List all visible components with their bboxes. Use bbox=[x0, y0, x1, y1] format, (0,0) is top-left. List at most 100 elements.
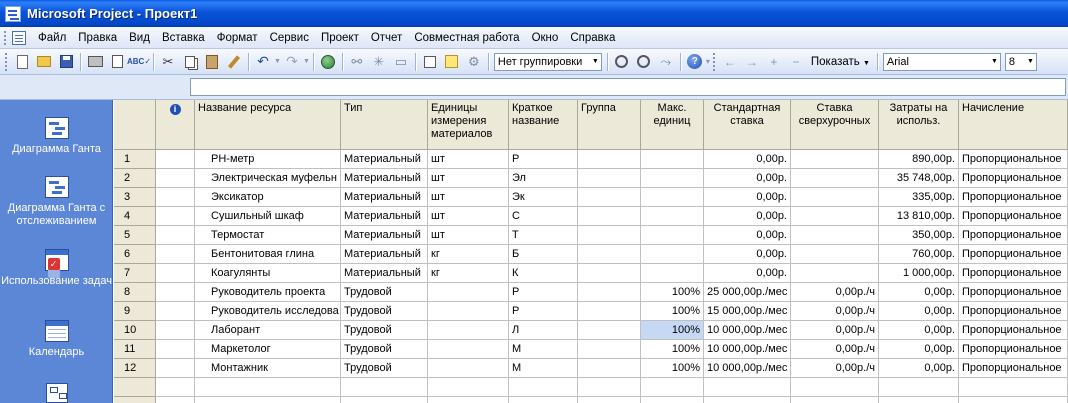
cell-material-label[interactable] bbox=[428, 359, 509, 378]
cell-initials[interactable]: М bbox=[509, 359, 578, 378]
cell-ovt-rate[interactable] bbox=[791, 226, 879, 245]
cell-type[interactable]: Материальный bbox=[341, 188, 428, 207]
ms-project-app-icon[interactable] bbox=[5, 5, 21, 22]
cell-group[interactable] bbox=[578, 397, 641, 403]
indicator-cell[interactable] bbox=[156, 207, 195, 226]
entry-field[interactable] bbox=[190, 78, 1066, 96]
cell-type[interactable] bbox=[341, 378, 428, 397]
cell-ovt-rate[interactable] bbox=[791, 188, 879, 207]
col-header-ovt-rate[interactable]: Ставка сверхурочных bbox=[791, 100, 879, 150]
cell-material-label[interactable]: кг bbox=[428, 264, 509, 283]
format-painter-button[interactable] bbox=[225, 53, 243, 71]
font-dropdown[interactable]: Arial ▼ bbox=[882, 52, 1001, 71]
row-number[interactable]: 9 bbox=[114, 302, 156, 321]
cell-initials[interactable]: С bbox=[509, 207, 578, 226]
cell-material-label[interactable] bbox=[428, 302, 509, 321]
cell-accrue[interactable]: Пропорциональное bbox=[959, 188, 1068, 207]
indicator-cell[interactable] bbox=[156, 150, 195, 169]
view-network-diagram[interactable] bbox=[0, 383, 113, 403]
col-header-type[interactable]: Тип bbox=[341, 100, 428, 150]
cell-max-units[interactable] bbox=[641, 188, 704, 207]
col-header-group[interactable]: Группа bbox=[578, 100, 641, 150]
cell-name[interactable] bbox=[195, 397, 341, 403]
cell-max-units[interactable] bbox=[641, 207, 704, 226]
col-header-initials[interactable]: Краткое название bbox=[509, 100, 578, 150]
col-header-accrue[interactable]: Начисление bbox=[959, 100, 1068, 150]
cell-type[interactable]: Трудовой bbox=[341, 359, 428, 378]
cell-name[interactable]: Лаборант bbox=[195, 321, 341, 340]
cell-accrue[interactable]: Пропорциональное bbox=[959, 340, 1068, 359]
cell-accrue[interactable]: Пропорциональное bbox=[959, 169, 1068, 188]
cell-ovt-rate[interactable] bbox=[791, 169, 879, 188]
cell-accrue[interactable]: Пропорциональное bbox=[959, 245, 1068, 264]
cell-group[interactable] bbox=[578, 207, 641, 226]
row-number[interactable] bbox=[114, 378, 156, 397]
cell-name[interactable]: Электрическая муфельн bbox=[195, 169, 341, 188]
menu-file[interactable]: Файл bbox=[32, 32, 72, 44]
cell-type[interactable] bbox=[341, 397, 428, 403]
cell-name[interactable]: РН-метр bbox=[195, 150, 341, 169]
view-gantt-chart[interactable]: Диаграмма Ганта bbox=[0, 117, 113, 156]
cell-material-label[interactable] bbox=[428, 397, 509, 403]
cell-ovt-rate[interactable] bbox=[791, 264, 879, 283]
cell-max-units[interactable] bbox=[641, 169, 704, 188]
paste-button[interactable] bbox=[203, 53, 221, 71]
cell-max-units[interactable] bbox=[641, 226, 704, 245]
cell-accrue[interactable]: Пропорциональное bbox=[959, 359, 1068, 378]
col-header-name[interactable]: Название ресурса bbox=[195, 100, 341, 150]
cell-cost-per-use[interactable]: 0,00р. bbox=[879, 340, 959, 359]
select-all-corner[interactable] bbox=[114, 100, 156, 150]
cell-std-rate[interactable]: 10 000,00р./мес bbox=[704, 321, 791, 340]
cell-material-label[interactable] bbox=[428, 321, 509, 340]
cell-std-rate[interactable]: 0,00р. bbox=[704, 207, 791, 226]
indicator-cell[interactable] bbox=[156, 169, 195, 188]
cell-ovt-rate[interactable] bbox=[791, 397, 879, 403]
cell-max-units[interactable] bbox=[641, 397, 704, 403]
cell-std-rate[interactable]: 0,00р. bbox=[704, 226, 791, 245]
indicator-cell[interactable] bbox=[156, 378, 195, 397]
print-button[interactable] bbox=[86, 53, 104, 71]
cell-cost-per-use[interactable]: 0,00р. bbox=[879, 321, 959, 340]
view-calendar[interactable]: Календарь bbox=[0, 320, 113, 359]
redo-dropdown-icon[interactable]: ▼ bbox=[303, 58, 310, 65]
cell-ovt-rate[interactable]: 0,00р./ч bbox=[791, 340, 879, 359]
cell-accrue[interactable]: Пропорциональное bbox=[959, 321, 1068, 340]
indicator-cell[interactable] bbox=[156, 245, 195, 264]
cell-std-rate[interactable]: 0,00р. bbox=[704, 150, 791, 169]
notes-button[interactable] bbox=[443, 53, 461, 71]
indicator-cell[interactable] bbox=[156, 226, 195, 245]
cell-cost-per-use[interactable]: 13 810,00р. bbox=[879, 207, 959, 226]
indicator-cell[interactable] bbox=[156, 340, 195, 359]
cell-initials[interactable]: Р bbox=[509, 302, 578, 321]
cell-initials[interactable]: М bbox=[509, 340, 578, 359]
redo-button[interactable]: ↷ bbox=[283, 53, 301, 71]
indicator-cell[interactable] bbox=[156, 188, 195, 207]
cell-material-label[interactable] bbox=[428, 283, 509, 302]
cell-std-rate[interactable]: 0,00р. bbox=[704, 169, 791, 188]
cell-max-units[interactable] bbox=[641, 378, 704, 397]
show-outline-button[interactable]: Показать ▼ bbox=[811, 56, 870, 68]
menu-grip-handle[interactable] bbox=[4, 30, 8, 45]
cell-accrue[interactable]: Пропорциональное bbox=[959, 150, 1068, 169]
cell-std-rate[interactable]: 0,00р. bbox=[704, 245, 791, 264]
cell-accrue[interactable]: Пропорциональное bbox=[959, 283, 1068, 302]
cell-max-units[interactable] bbox=[641, 245, 704, 264]
row-number[interactable]: 6 bbox=[114, 245, 156, 264]
cell-material-label[interactable]: шт bbox=[428, 169, 509, 188]
cell-type[interactable]: Материальный bbox=[341, 207, 428, 226]
help-button[interactable]: ? bbox=[686, 53, 704, 71]
cell-name[interactable]: Маркетолог bbox=[195, 340, 341, 359]
menu-project[interactable]: Проект bbox=[315, 32, 365, 44]
cell-cost-per-use[interactable]: 0,00р. bbox=[879, 302, 959, 321]
hide-subtasks-button[interactable]: − bbox=[787, 53, 805, 71]
table-row[interactable] bbox=[114, 378, 1068, 397]
cell-initials[interactable]: Б bbox=[509, 245, 578, 264]
indicator-cell[interactable] bbox=[156, 302, 195, 321]
cell-cost-per-use[interactable]: 1 000,00р. bbox=[879, 264, 959, 283]
document-menu-icon[interactable] bbox=[12, 30, 26, 45]
cell-group[interactable] bbox=[578, 283, 641, 302]
cell-accrue[interactable] bbox=[959, 378, 1068, 397]
cell-accrue[interactable]: Пропорциональное bbox=[959, 264, 1068, 283]
cell-name[interactable]: Бентонитовая глина bbox=[195, 245, 341, 264]
cell-std-rate[interactable]: 25 000,00р./мес bbox=[704, 283, 791, 302]
